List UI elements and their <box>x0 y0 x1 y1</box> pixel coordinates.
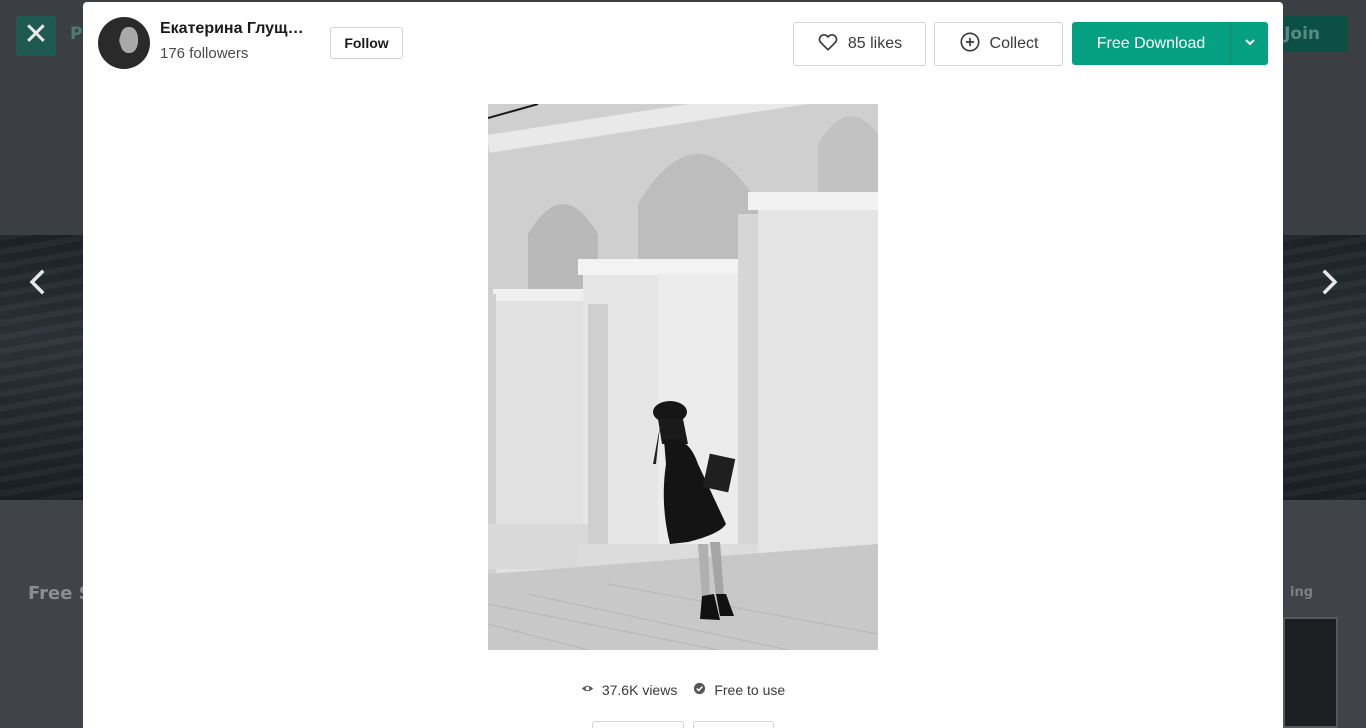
like-button[interactable]: 85 likes <box>793 22 926 66</box>
likes-label: 85 likes <box>847 35 903 52</box>
views-stat: 37.6K views <box>581 682 677 698</box>
plus-circle-icon <box>959 31 981 58</box>
chevron-left-icon[interactable] <box>18 262 58 302</box>
download-options-toggle[interactable] <box>1230 22 1268 65</box>
secondary-action-button-2[interactable] <box>693 721 774 728</box>
download-group: Free Download <box>1072 22 1268 65</box>
heart-icon <box>817 31 839 58</box>
chevron-right-icon[interactable] <box>1309 262 1349 302</box>
check-circle-icon <box>693 682 706 698</box>
secondary-action-button[interactable] <box>592 721 684 728</box>
background-thumbnail <box>1283 617 1338 728</box>
license-label: Free to use <box>714 682 786 698</box>
license-stat[interactable]: Free to use <box>693 682 785 698</box>
collect-label: Collect <box>989 35 1039 52</box>
follow-button[interactable]: Follow <box>330 27 403 59</box>
author-name[interactable]: Екатерина Глущенко <box>160 20 310 38</box>
main-photo[interactable] <box>488 104 878 650</box>
collect-button[interactable]: Collect <box>934 22 1063 66</box>
background-sort-dropdown: ing <box>1290 585 1314 600</box>
background-brand-text: P <box>70 24 83 44</box>
photo-stats: 37.6K views Free to use <box>83 682 1283 698</box>
close-icon[interactable]: ✕ <box>16 16 56 56</box>
avatar[interactable] <box>98 17 150 69</box>
eye-icon <box>581 682 594 698</box>
chevron-down-icon <box>1243 35 1257 52</box>
views-count: 37.6K views <box>601 682 678 698</box>
free-download-button[interactable]: Free Download <box>1072 22 1230 65</box>
photo-modal: Екатерина Глущенко 176 followers Follow … <box>83 2 1283 728</box>
followers-count: 176 followers <box>160 45 249 62</box>
